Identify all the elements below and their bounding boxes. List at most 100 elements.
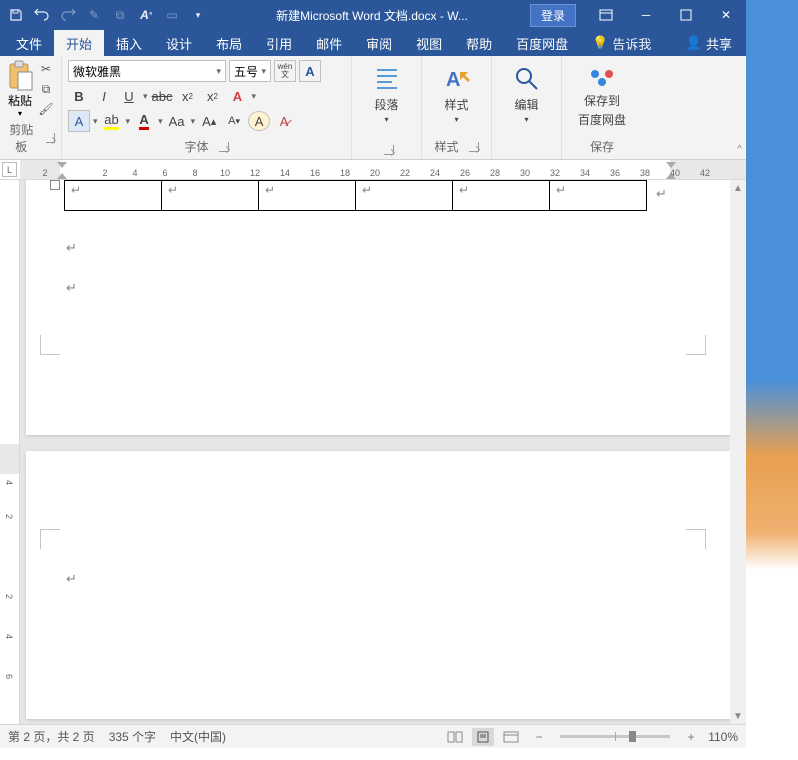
table-cell[interactable]: ↵ — [162, 181, 259, 211]
tab-baidu[interactable]: 百度网盘 — [504, 30, 580, 56]
ruler-horizontal[interactable]: L 22468101214161820222426283032343638404… — [0, 160, 746, 180]
close-icon[interactable]: ✕ — [706, 0, 746, 30]
ribbon: 粘贴 ▾ ✂ ⧉ 🖌 剪贴板 微软雅黑▾ 五号▾ wén文 A — [0, 56, 746, 160]
styles-btn-label: 样式 — [444, 96, 468, 113]
enclose-char-button[interactable]: A — [248, 111, 270, 131]
copy-icon[interactable]: ⧉ — [36, 80, 56, 98]
grow-font-button[interactable]: A▴ — [198, 110, 220, 132]
scroll-down-icon[interactable]: ▼ — [730, 708, 746, 724]
text-effects-button[interactable]: A — [227, 85, 249, 107]
char-shading-button[interactable]: A — [68, 110, 90, 132]
save-group-label: 保存 — [590, 138, 614, 155]
page-status[interactable]: 第 2 页，共 2 页 — [8, 728, 95, 745]
qat-btn-5[interactable]: ⧉ — [108, 3, 132, 27]
font-dialog-launcher[interactable] — [219, 142, 229, 152]
scroll-up-icon[interactable]: ▲ — [730, 180, 746, 196]
tab-references[interactable]: 引用 — [254, 30, 304, 56]
cell-mark: ↵ — [556, 183, 566, 197]
table-cell[interactable]: ↵ — [259, 181, 356, 211]
shrink-font-button[interactable]: A▾ — [223, 110, 245, 132]
ruler-vertical[interactable]: 42246 — [0, 180, 20, 724]
tab-home[interactable]: 开始 — [54, 30, 104, 56]
change-case-button[interactable]: Aa — [166, 110, 188, 132]
font-group-label: 字体 — [184, 138, 208, 155]
bold-button[interactable]: B — [68, 85, 90, 107]
save-baidu-button[interactable]: 保存到 百度网盘 — [568, 60, 636, 128]
zoom-out-button[interactable]: − — [528, 728, 550, 746]
styles-dialog-launcher[interactable] — [469, 142, 479, 152]
lightbulb-icon: 💡 — [592, 35, 608, 51]
tab-mailings[interactable]: 邮件 — [304, 30, 354, 56]
qat-customize-icon[interactable]: ▾ — [186, 3, 210, 27]
font-color-button[interactable]: A — [133, 110, 155, 132]
underline-button[interactable]: U — [118, 85, 140, 107]
page-1[interactable]: ↵ ↵ ↵ ↵ ↵ ↵ ↵ ↵ ↵ — [26, 180, 740, 435]
tab-selector[interactable]: L — [2, 162, 17, 177]
ribbon-display-icon[interactable] — [586, 0, 626, 30]
qat-btn-7[interactable]: ▭ — [160, 3, 184, 27]
save-icon[interactable] — [4, 3, 28, 27]
read-mode-icon[interactable] — [444, 728, 466, 746]
clipboard-dialog-launcher[interactable] — [46, 133, 55, 143]
tab-design[interactable]: 设计 — [154, 30, 204, 56]
paragraph-mark: ↵ — [656, 186, 667, 202]
tab-view[interactable]: 视图 — [404, 30, 454, 56]
clear-format-button[interactable]: A̷ — [273, 110, 295, 132]
paragraph-button[interactable]: 段落▾ — [358, 60, 415, 124]
cell-mark: ↵ — [459, 183, 469, 197]
web-layout-icon[interactable] — [500, 728, 522, 746]
format-painter-icon[interactable]: 🖌 — [36, 100, 56, 118]
quick-access-toolbar: ✎ ⧉ A° ▭ ▾ — [0, 3, 214, 27]
paragraph-dialog-launcher[interactable] — [384, 145, 394, 155]
zoom-in-button[interactable]: + — [680, 728, 702, 746]
print-layout-icon[interactable] — [472, 728, 494, 746]
margin-corner — [686, 335, 706, 355]
page-2[interactable]: ↵ — [26, 451, 740, 719]
tab-layout[interactable]: 布局 — [204, 30, 254, 56]
status-bar: 第 2 页，共 2 页 335 个字 中文(中国) − + 110% — [0, 724, 746, 748]
maximize-icon[interactable] — [666, 0, 706, 30]
login-button[interactable]: 登录 — [530, 4, 576, 27]
phonetic-guide-button[interactable]: wén文 — [274, 60, 296, 82]
share-button[interactable]: 👤共享 — [676, 30, 742, 56]
font-name-select[interactable]: 微软雅黑▾ — [68, 60, 226, 82]
table-cell[interactable]: ↵ — [453, 181, 550, 211]
qat-btn-4[interactable]: ✎ — [82, 3, 106, 27]
cell-mark: ↵ — [168, 183, 178, 197]
font-name-value: 微软雅黑 — [73, 63, 121, 80]
document-table[interactable]: ↵ ↵ ↵ ↵ ↵ ↵ — [64, 180, 647, 211]
styles-group-label: 样式 — [434, 138, 458, 155]
word-count[interactable]: 335 个字 — [109, 728, 156, 745]
tab-insert[interactable]: 插入 — [104, 30, 154, 56]
zoom-level[interactable]: 110% — [708, 730, 738, 744]
collapse-ribbon-icon[interactable]: ^ — [737, 144, 742, 155]
italic-button[interactable]: I — [93, 85, 115, 107]
superscript-button[interactable]: x2 — [202, 85, 224, 107]
tab-review[interactable]: 审阅 — [354, 30, 404, 56]
char-border-button[interactable]: A — [299, 60, 321, 82]
cut-icon[interactable]: ✂ — [36, 60, 56, 78]
minimize-icon[interactable]: ─ — [626, 0, 666, 30]
subscript-button[interactable]: x2 — [177, 85, 199, 107]
table-cell[interactable]: ↵ — [550, 181, 647, 211]
styles-button[interactable]: A 样式▾ — [428, 60, 485, 124]
tell-me-search[interactable]: 💡告诉我 — [592, 30, 651, 56]
language-status[interactable]: 中文(中国) — [170, 728, 226, 745]
zoom-slider[interactable] — [560, 735, 670, 738]
font-size-select[interactable]: 五号▾ — [229, 60, 271, 82]
editing-button[interactable]: 编辑▾ — [498, 60, 555, 124]
highlight-button[interactable]: ab — [101, 110, 123, 132]
undo-icon[interactable] — [30, 3, 54, 27]
qat-btn-6[interactable]: A° — [134, 3, 158, 27]
editing-label: 编辑 — [514, 96, 538, 113]
paste-button[interactable]: 粘贴 ▾ — [6, 60, 34, 118]
table-cell[interactable]: ↵ — [356, 181, 453, 211]
tab-file[interactable]: 文件 — [4, 30, 54, 56]
scrollbar-vertical[interactable]: ▲ ▼ — [730, 180, 746, 724]
font-size-value: 五号 — [234, 63, 258, 80]
table-anchor-icon[interactable] — [50, 180, 60, 190]
redo-icon[interactable] — [56, 3, 80, 27]
table-cell[interactable]: ↵ — [65, 181, 162, 211]
tab-help[interactable]: 帮助 — [454, 30, 504, 56]
strike-button[interactable]: abc — [151, 85, 174, 107]
